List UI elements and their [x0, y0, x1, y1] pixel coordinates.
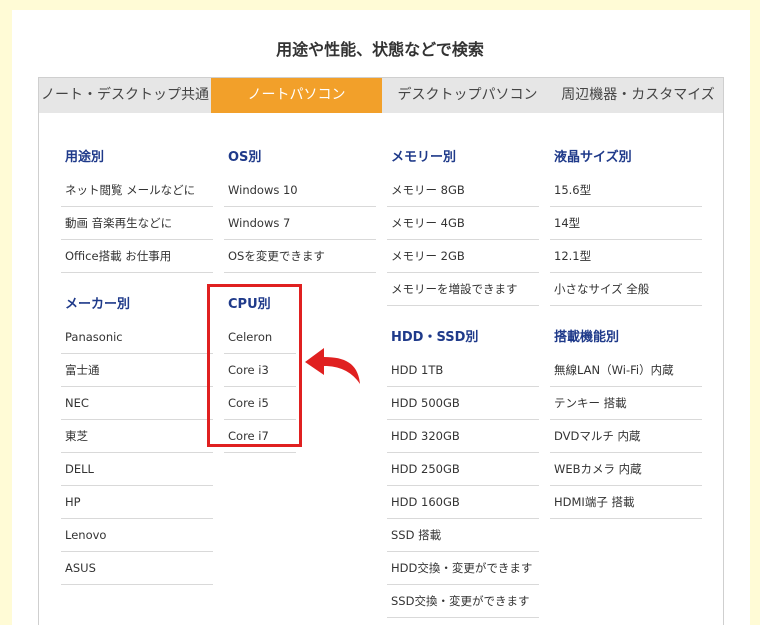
- features-item-webcam[interactable]: WEBカメラ 内蔵: [550, 453, 702, 486]
- memory-item-expandable[interactable]: メモリーを増設できます: [387, 273, 539, 306]
- maker-item-nec[interactable]: NEC: [61, 387, 213, 420]
- storage-item-hdd-250gb[interactable]: HDD 250GB: [387, 453, 539, 486]
- maker-item-asus[interactable]: ASUS: [61, 552, 213, 585]
- storage-item-hdd-500gb[interactable]: HDD 500GB: [387, 387, 539, 420]
- usage-item-office[interactable]: Office搭載 お仕事用: [61, 240, 213, 273]
- maker-item-panasonic[interactable]: Panasonic: [61, 321, 213, 354]
- os-item-win10[interactable]: Windows 10: [224, 174, 376, 207]
- maker-item-hp[interactable]: HP: [61, 486, 213, 519]
- os-item-change[interactable]: OSを変更できます: [224, 240, 376, 273]
- features-item-dvd[interactable]: DVDマルチ 内蔵: [550, 420, 702, 453]
- storage-item-hdd-1tb[interactable]: HDD 1TB: [387, 354, 539, 387]
- maker-item-dell[interactable]: DELL: [61, 453, 213, 486]
- category-tabs: ノート・デスクトップ共通 ノートパソコン デスクトップパソコン 周辺機器・カスタ…: [39, 78, 723, 113]
- memory-item-4gb[interactable]: メモリー 4GB: [387, 207, 539, 240]
- screen-item-15-6[interactable]: 15.6型: [550, 174, 702, 207]
- cpu-highlight-box: [207, 284, 302, 447]
- tab-notebook[interactable]: ノートパソコン: [211, 78, 382, 113]
- os-category-title: OS別: [228, 150, 262, 165]
- tab-peripherals[interactable]: 周辺機器・カスタマイズ: [553, 78, 723, 113]
- search-panel: ノート・デスクトップ共通 ノートパソコン デスクトップパソコン 周辺機器・カスタ…: [38, 77, 724, 625]
- features-category-title: 搭載機能別: [554, 330, 620, 345]
- screen-category-title: 液晶サイズ別: [554, 150, 632, 165]
- usage-category-title: 用途別: [65, 150, 105, 165]
- memory-item-8gb[interactable]: メモリー 8GB: [387, 174, 539, 207]
- screen-item-14[interactable]: 14型: [550, 207, 702, 240]
- features-item-wifi[interactable]: 無線LAN（Wi-Fi）内蔵: [550, 354, 702, 387]
- usage-item-browsing[interactable]: ネット閲覧 メールなどに: [61, 174, 213, 207]
- os-item-win7[interactable]: Windows 7: [224, 207, 376, 240]
- curved-arrow-icon: [305, 348, 360, 384]
- screen-item-small[interactable]: 小さなサイズ 全般: [550, 273, 702, 306]
- storage-item-ssd-swap[interactable]: SSD交換・変更ができます: [387, 585, 539, 618]
- maker-item-lenovo[interactable]: Lenovo: [61, 519, 213, 552]
- features-item-hdmi[interactable]: HDMI端子 搭載: [550, 486, 702, 519]
- features-item-tenkey[interactable]: テンキー 搭載: [550, 387, 702, 420]
- storage-item-hdd-320gb[interactable]: HDD 320GB: [387, 420, 539, 453]
- page-heading: 用途や性能、状態などで検索: [276, 40, 484, 59]
- column-screen-features: 液晶サイズ別 15.6型 14型 12.1型 小さなサイズ 全般 搭載機能別 無…: [550, 142, 702, 519]
- memory-category-title: メモリー別: [391, 150, 457, 165]
- column-memory-storage: メモリー別 メモリー 8GB メモリー 4GB メモリー 2GB メモリーを増設…: [387, 142, 539, 618]
- storage-item-hdd-160gb[interactable]: HDD 160GB: [387, 486, 539, 519]
- tab-desktop[interactable]: デスクトップパソコン: [382, 78, 553, 113]
- maker-category-title: メーカー別: [65, 297, 131, 312]
- tab-common[interactable]: ノート・デスクトップ共通: [39, 78, 211, 113]
- storage-item-hdd-swap[interactable]: HDD交換・変更ができます: [387, 552, 539, 585]
- maker-item-fujitsu[interactable]: 富士通: [61, 354, 213, 387]
- storage-category-title: HDD・SSD別: [391, 330, 479, 345]
- storage-item-ssd[interactable]: SSD 搭載: [387, 519, 539, 552]
- screen-item-12-1[interactable]: 12.1型: [550, 240, 702, 273]
- maker-item-toshiba[interactable]: 東芝: [61, 420, 213, 453]
- column-usage-maker: 用途別 ネット閲覧 メールなどに 動画 音楽再生などに Office搭載 お仕事…: [61, 142, 213, 585]
- memory-item-2gb[interactable]: メモリー 2GB: [387, 240, 539, 273]
- usage-item-media[interactable]: 動画 音楽再生などに: [61, 207, 213, 240]
